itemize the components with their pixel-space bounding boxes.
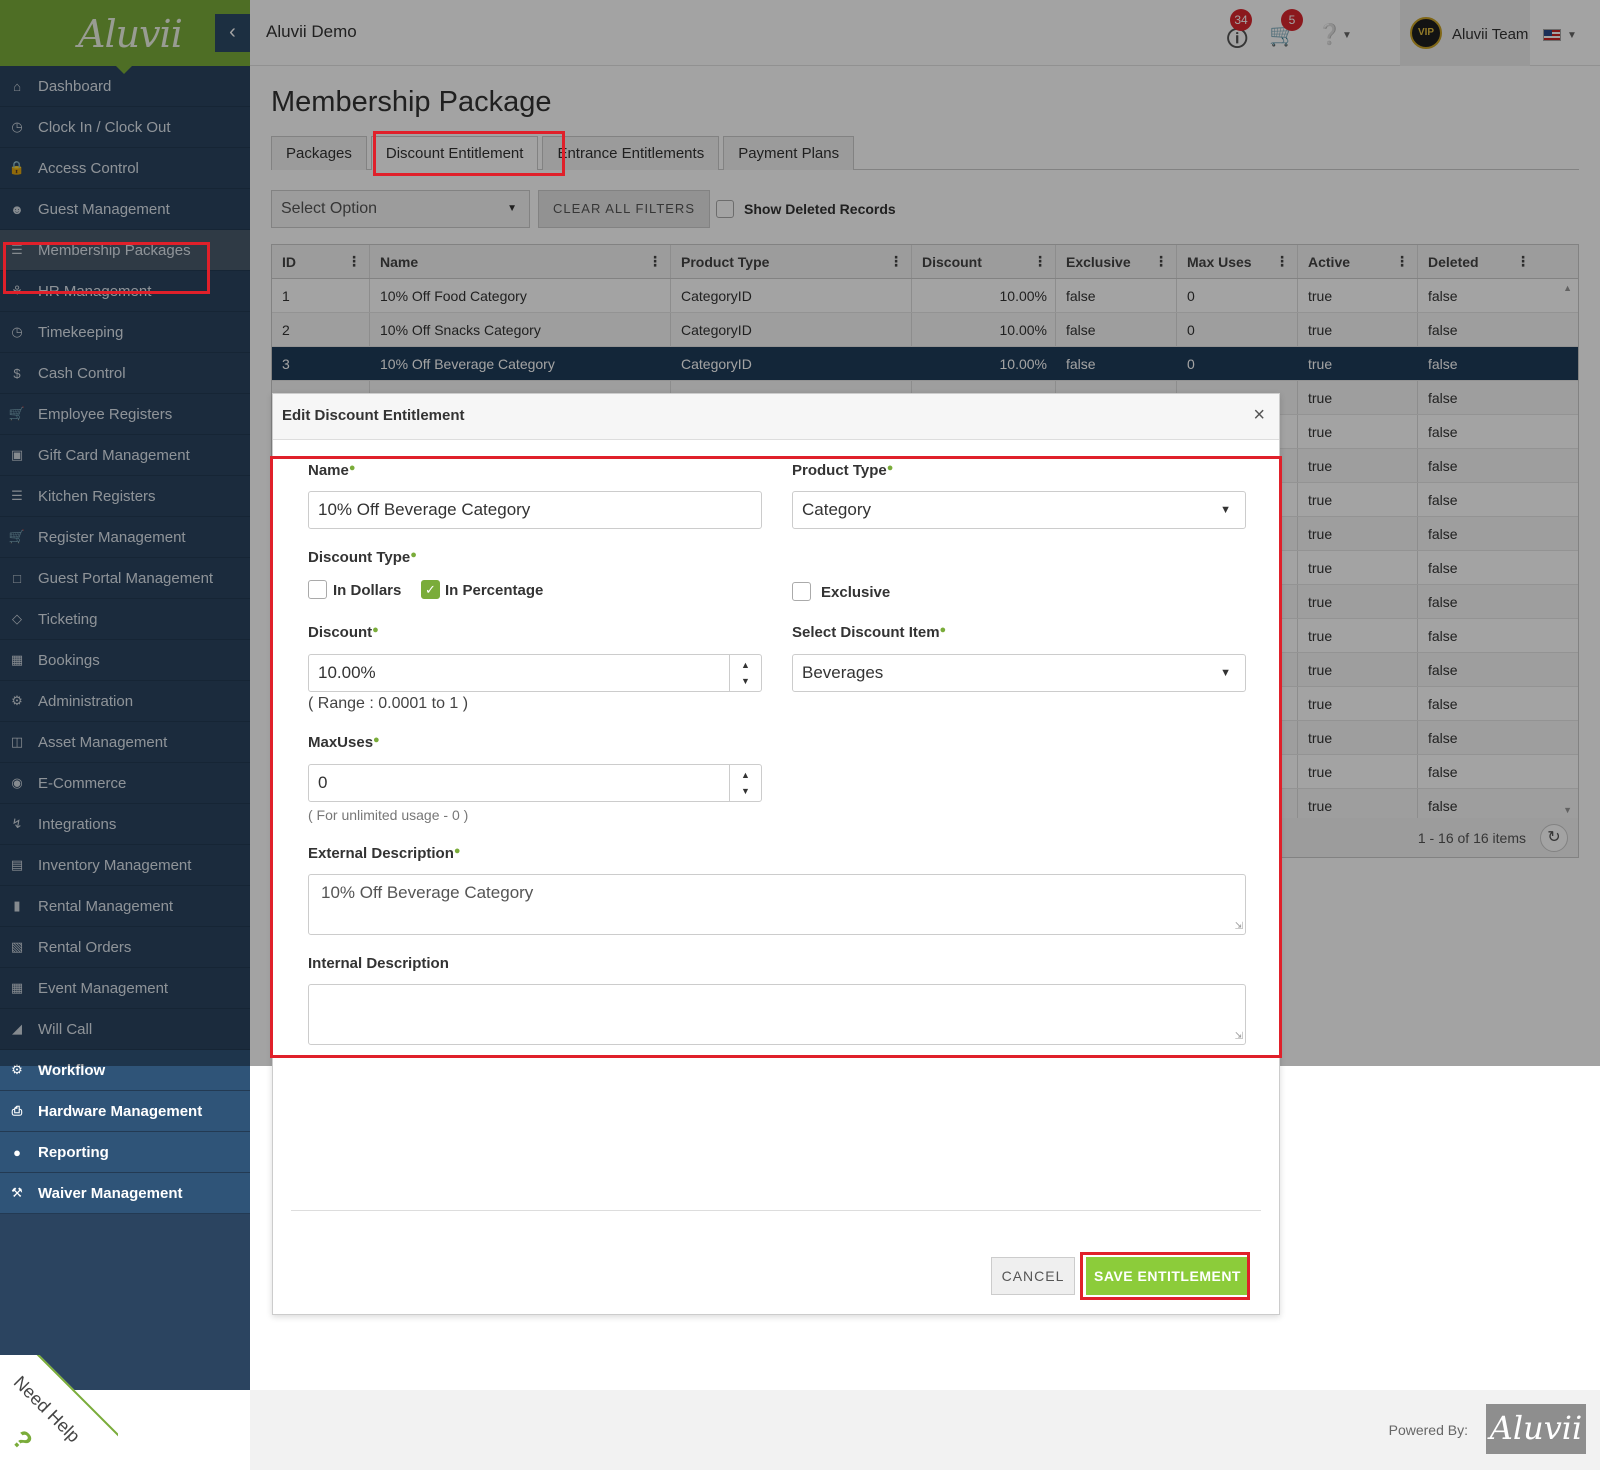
close-icon[interactable]: × [1253,404,1265,427]
discount-label-text: Discount [308,624,373,641]
int-desc-label: Internal Description [308,955,449,972]
product-type-label: Product Type● [792,462,893,479]
stepper-up-icon[interactable]: ▲ [741,660,750,670]
product-type-label-text: Product Type [792,462,887,479]
sidebar-item-label: Waiver Management [38,1184,183,1202]
save-entitlement-button[interactable]: SAVE ENTITLEMENT [1086,1257,1249,1295]
discount-range-hint: ( Range : 0.0001 to 1 ) [308,695,469,712]
need-help-widget[interactable]: Need Help ? [0,1355,118,1470]
required-marker: ● [410,549,417,561]
gavel-icon: ⚒ [11,1185,23,1200]
exclusive-checkbox[interactable] [792,582,811,601]
sidebar-item-reporting[interactable]: ● Reporting [0,1132,250,1173]
maxuses-input[interactable]: 0 ▲ ▼ [308,764,762,802]
sidebar-item-label: Hardware Management [38,1102,203,1120]
printer-icon: ⎙ [11,1103,23,1118]
sidebar-item-waiver-management[interactable]: ⚒ Waiver Management [0,1173,250,1214]
required-marker: ● [886,462,894,474]
discount-item-label-text: Select Discount Item [792,624,940,641]
maxuses-value: 0 [318,773,328,792]
modal-title: Edit Discount Entitlement [282,407,465,424]
ext-desc-label-text: External Description [308,845,454,862]
external-description-textarea[interactable]: 10% Off Beverage Category ⇲ [308,874,1246,935]
in-percentage-checkbox[interactable]: ✓ [421,580,440,599]
ext-desc-label: External Description● [308,845,461,862]
check-icon: ✓ [425,582,436,597]
product-type-value: Category [802,500,871,519]
footer-logo: Aluvii [1486,1404,1586,1454]
resize-handle-icon[interactable]: ⇲ [1235,1031,1243,1042]
cancel-button[interactable]: CANCEL [991,1257,1075,1295]
exclusive-label: Exclusive [821,584,891,601]
maxuses-hint: ( For unlimited usage - 0 ) [308,807,469,823]
sidebar-item-label: Reporting [38,1143,109,1161]
discount-label: Discount● [308,624,379,641]
caret-down-icon: ▼ [1220,667,1231,679]
edit-discount-modal: Edit Discount Entitlement × Name● 10% Of… [272,393,1280,1315]
sidebar-nav-lower: ⚙ Workflow ⎙ Hardware Management ● Reporting ⚒… [0,1050,250,1214]
footer: Powered By: Aluvii [250,1390,1600,1470]
modal-divider [291,1210,1261,1211]
discount-type-label-text: Discount Type [308,549,411,566]
discount-stepper[interactable]: ▲ ▼ [729,655,761,691]
maxuses-stepper[interactable]: ▲ ▼ [729,765,761,801]
name-label-text: Name [308,462,349,479]
discount-item-select[interactable]: Beverages ▼ [792,654,1246,692]
required-marker: ● [372,624,379,636]
in-percentage-label: In Percentage [445,582,544,599]
discount-item-value: Beverages [802,663,884,682]
discount-value: 10.00% [318,663,376,682]
lightbulb-icon: ● [13,1144,21,1160]
name-input[interactable]: 10% Off Beverage Category [308,491,762,529]
required-marker: ● [373,734,380,746]
product-type-select[interactable]: Category ▼ [792,491,1246,529]
internal-description-textarea[interactable]: ⇲ [308,984,1246,1045]
sidebar-item-hardware-management[interactable]: ⎙ Hardware Management [0,1091,250,1132]
required-marker: ● [939,624,947,636]
stepper-down-icon[interactable]: ▼ [741,676,750,686]
discount-item-label: Select Discount Item● [792,624,946,641]
powered-by-label: Powered By: [1388,1422,1468,1438]
ext-desc-value: 10% Off Beverage Category [321,883,534,902]
stepper-down-icon[interactable]: ▼ [741,786,750,796]
resize-handle-icon[interactable]: ⇲ [1235,921,1243,932]
required-marker: ● [453,845,461,857]
discount-type-label: Discount Type● [308,549,417,566]
in-dollars-checkbox[interactable] [308,580,327,599]
maxuses-label-text: MaxUses [308,734,374,751]
name-label: Name● [308,462,356,479]
modal-header: Edit Discount Entitlement × [273,394,1279,440]
discount-input[interactable]: 10.00% ▲ ▼ [308,654,762,692]
required-marker: ● [348,462,356,474]
maxuses-label: MaxUses● [308,734,380,751]
in-dollars-label: In Dollars [333,582,402,599]
stepper-up-icon[interactable]: ▲ [741,770,750,780]
caret-down-icon: ▼ [1220,504,1231,516]
